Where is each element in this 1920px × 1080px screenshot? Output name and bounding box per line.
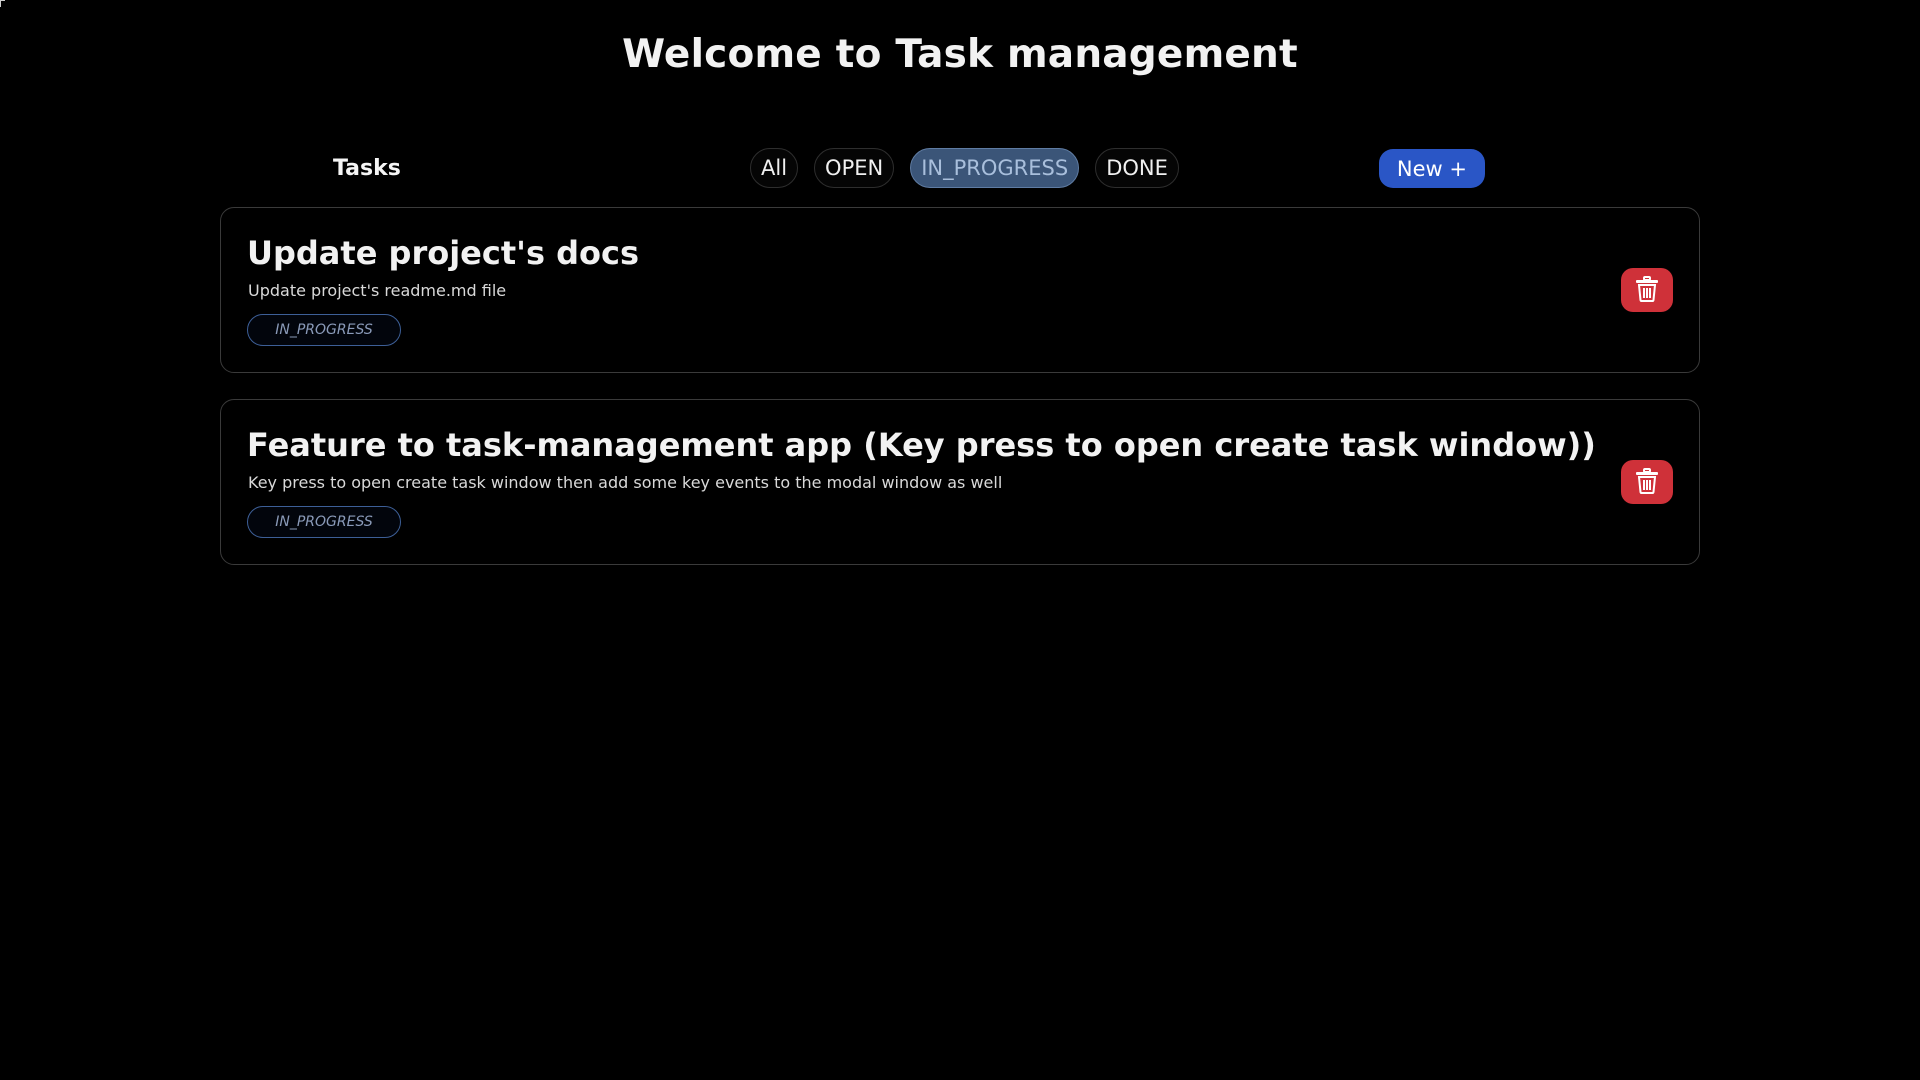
- cursor-mark: [0, 0, 5, 7]
- toolbar: Tasks All OPEN IN_PROGRESS DONE New +: [220, 148, 1700, 190]
- task-description: Update project's readme.md file: [248, 281, 507, 300]
- task-title: Update project's docs: [247, 234, 640, 272]
- status-badge: IN_PROGRESS: [247, 506, 401, 538]
- new-task-button[interactable]: New +: [1378, 149, 1485, 188]
- filter-done-button[interactable]: DONE: [1095, 148, 1179, 188]
- page-title: Welcome to Task management: [622, 32, 1298, 77]
- task-description: Key press to open create task window the…: [248, 473, 1003, 492]
- task-card: Update project's docs Update project's r…: [220, 207, 1700, 373]
- filter-in-progress-button[interactable]: IN_PROGRESS: [910, 148, 1080, 188]
- trash-icon: [1635, 467, 1659, 497]
- trash-icon: [1635, 275, 1659, 305]
- task-title: Feature to task-management app (Key pres…: [247, 426, 1596, 464]
- page: Welcome to Task management Tasks All OPE…: [0, 0, 1920, 1080]
- status-badge: IN_PROGRESS: [247, 314, 401, 346]
- task-card: Feature to task-management app (Key pres…: [220, 399, 1700, 565]
- filter-open-button[interactable]: OPEN: [814, 148, 895, 188]
- tasks-heading: Tasks: [333, 156, 401, 181]
- filter-all-button[interactable]: All: [750, 148, 799, 188]
- task-list: Update project's docs Update project's r…: [220, 207, 1700, 591]
- delete-task-button[interactable]: [1621, 268, 1673, 312]
- delete-task-button[interactable]: [1621, 460, 1673, 504]
- status-filters: All OPEN IN_PROGRESS DONE: [750, 148, 1179, 188]
